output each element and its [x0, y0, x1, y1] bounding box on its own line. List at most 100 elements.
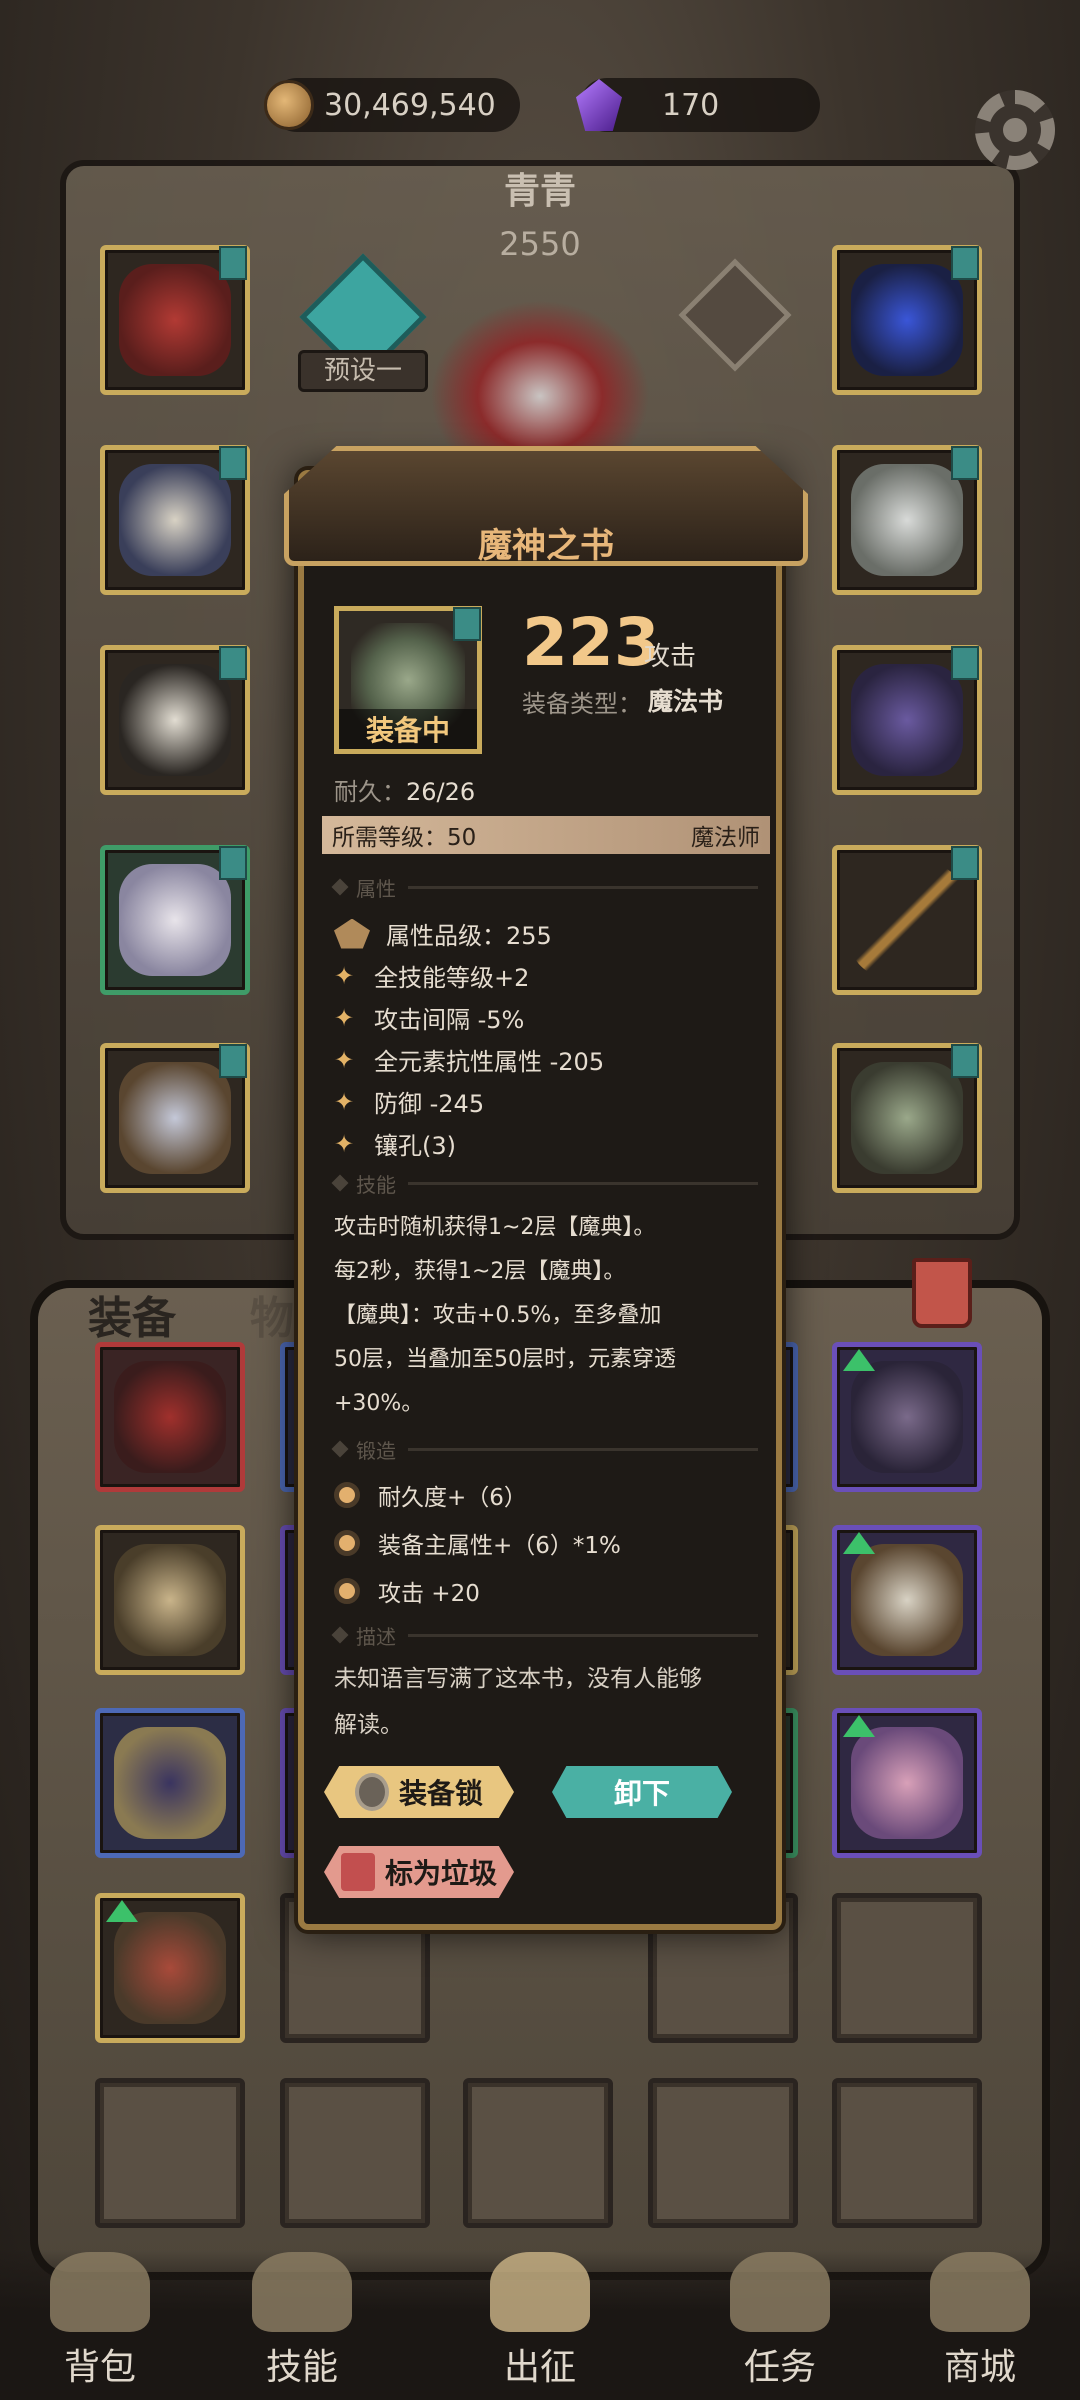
forge-line: 攻击 +20	[334, 1574, 480, 1608]
skill-description: 攻击时随机获得1~2层【魔典】。 每2秒，获得1~2层【魔典】。 【魔典】：攻击…	[334, 1206, 754, 1426]
shield-gauntlet-icon	[114, 1912, 226, 2024]
bag-slot-empty[interactable]	[832, 2078, 982, 2228]
equipment-lock-button[interactable]: 装备锁	[324, 1766, 514, 1818]
equip-slot-necklace[interactable]	[832, 245, 982, 395]
durability-label: 耐久：	[334, 778, 406, 806]
equipped-label: 装备中	[339, 709, 477, 749]
gold-counter: 30,469,540	[264, 78, 520, 132]
sparkle-icon: ✦	[334, 1003, 355, 1032]
attack-label: 攻击	[644, 642, 697, 672]
item-name: 魔神之书	[478, 526, 614, 566]
section-description-label: 描述	[356, 1624, 396, 1649]
upgrade-badge-icon	[951, 446, 979, 480]
section-skills: 技能	[334, 1170, 758, 1197]
equip-slot-weapon[interactable]	[832, 845, 982, 995]
ring-icon	[114, 1727, 226, 1839]
gem-counter: 170	[576, 78, 820, 132]
attack-value: 223	[522, 604, 660, 681]
equip-slot-ring[interactable]	[832, 645, 982, 795]
upgrade-badge-icon	[219, 1044, 247, 1078]
attribute-text: 属性品级：255	[386, 922, 552, 950]
skill-line: 【魔典】：攻击+0.5%，至多叠加	[334, 1303, 662, 1328]
attribute-line: ✦ 全技能等级+2	[334, 958, 529, 993]
forge-text: 攻击 +20	[378, 1581, 480, 1607]
tab-equipment[interactable]: 装备	[88, 1282, 176, 1346]
nav-expedition-label: 出征	[503, 2347, 576, 2388]
settings-gear-icon[interactable]	[975, 90, 1055, 170]
scroll-icon	[730, 2252, 830, 2332]
bag-slot[interactable]	[95, 1893, 245, 2043]
upgrade-badge-icon	[219, 846, 247, 880]
nav-skills[interactable]: 技能	[222, 2252, 382, 2390]
bag-slot[interactable]	[832, 1342, 982, 1492]
bag-slot[interactable]	[95, 1342, 245, 1492]
bag-slot-empty[interactable]	[95, 2078, 245, 2228]
nav-quests[interactable]: 任务	[700, 2252, 860, 2390]
sparkle-icon: ✦	[334, 1045, 355, 1074]
fist-glove-icon	[114, 1544, 226, 1656]
forge-text: 装备主属性+（6）*1%	[378, 1533, 621, 1559]
gold-amount: 30,469,540	[324, 87, 496, 123]
item-icon-frame: 装备中	[334, 606, 482, 754]
boots-icon	[119, 1062, 231, 1174]
mark-as-trash-button[interactable]: 标为垃圾	[324, 1846, 514, 1898]
attribute-text: 全技能等级+2	[374, 964, 530, 992]
skill-line: 攻击时随机获得1~2层【魔典】。	[334, 1215, 656, 1240]
item-detail-popup: 魔神之书 装备中 223 攻击 装备类型： 魔法书 耐久：26/26 所需等级：…	[284, 446, 808, 1930]
forge-line: 装备主属性+（6）*1%	[334, 1526, 621, 1560]
equip-slot-cloak[interactable]	[100, 245, 250, 395]
section-attributes: 属性	[334, 874, 758, 901]
upgrade-badge-icon	[951, 846, 979, 880]
nav-quests-label: 任务	[743, 2347, 816, 2388]
durability-value: 26/26	[406, 778, 476, 806]
bag-slot[interactable]	[832, 1708, 982, 1858]
type-label: 装备类型：	[522, 690, 642, 718]
section-forge-label: 锻造	[356, 1438, 396, 1463]
bag-slot[interactable]	[95, 1708, 245, 1858]
hero-portrait	[430, 300, 650, 460]
bag-slot[interactable]	[832, 1525, 982, 1675]
bottom-nav: 背包 技能 出征 任务 商城	[0, 2250, 1080, 2400]
attribute-line: ✦ 全元素抗性属性 -205	[334, 1042, 604, 1077]
equip-slot-gloves[interactable]	[100, 645, 250, 795]
gem-amount: 170	[662, 87, 720, 123]
bag-slot-empty[interactable]	[648, 2078, 798, 2228]
equip-slot-armor[interactable]	[100, 445, 250, 595]
character-power: 2550	[499, 225, 581, 263]
durability: 耐久：26/26	[334, 772, 475, 807]
trash-bin-icon[interactable]	[912, 1258, 972, 1328]
attribute-text: 防御 -245	[374, 1090, 485, 1118]
equip-slot-pants[interactable]	[100, 845, 250, 995]
nav-expedition[interactable]: 出征	[460, 2252, 620, 2390]
preset-button[interactable]: 预设一	[298, 350, 428, 392]
upgrade-arrow-icon	[843, 1349, 875, 1371]
upgrade-arrow-icon	[843, 1532, 875, 1554]
requirement-bar: 所需等级：50 魔法师	[322, 816, 770, 854]
bag-slot[interactable]	[95, 1525, 245, 1675]
attribute-text: 攻击间隔 -5%	[374, 1006, 525, 1034]
pendant-icon	[851, 1361, 963, 1473]
unequip-label: 卸下	[613, 1777, 670, 1810]
equip-slot-boots[interactable]	[100, 1043, 250, 1193]
bag-slot-empty[interactable]	[463, 2078, 613, 2228]
bag-slot-empty[interactable]	[280, 2078, 430, 2228]
nav-shop[interactable]: 商城	[900, 2252, 1060, 2390]
robe-icon	[851, 1727, 963, 1839]
type-value: 魔法书	[648, 687, 724, 716]
grape-ring-icon	[851, 664, 963, 776]
equip-slot-offhand[interactable]	[832, 1043, 982, 1193]
forge-line: 耐久度+（6）	[334, 1478, 527, 1512]
description-line: 解读。	[334, 1712, 403, 1738]
sword-icon	[490, 2252, 590, 2332]
equip-slot-shoulder[interactable]	[832, 445, 982, 595]
bag-slot-empty[interactable]	[832, 1893, 982, 2043]
sparkle-icon: ✦	[334, 1129, 355, 1158]
nav-bag[interactable]: 背包	[20, 2252, 180, 2390]
unequip-button[interactable]: 卸下	[552, 1766, 732, 1818]
upgrade-badge-icon	[219, 246, 247, 280]
character-name: 青青	[503, 171, 576, 212]
section-skills-label: 技能	[356, 1172, 396, 1197]
upgrade-badge-icon	[951, 646, 979, 680]
section-description: 描述	[334, 1622, 758, 1649]
crest-icon	[334, 918, 370, 949]
